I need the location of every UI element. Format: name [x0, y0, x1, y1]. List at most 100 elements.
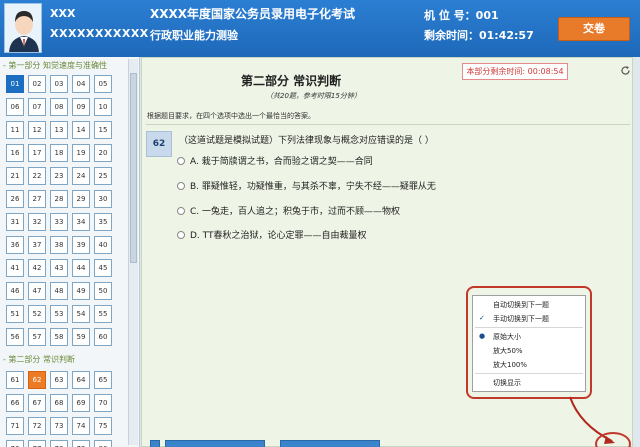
- question-64-button[interactable]: 64: [72, 371, 90, 389]
- question-75-button[interactable]: 75: [94, 417, 112, 435]
- question-34-button[interactable]: 34: [72, 213, 90, 231]
- question-44-button[interactable]: 44: [72, 259, 90, 277]
- scrollbar-thumb[interactable]: [130, 73, 137, 263]
- submit-button[interactable]: 交卷: [558, 17, 630, 41]
- question-47-button[interactable]: 47: [28, 282, 46, 300]
- question-77-button[interactable]: 77: [28, 440, 46, 447]
- question-52-button[interactable]: 52: [28, 305, 46, 323]
- question-74-button[interactable]: 74: [72, 417, 90, 435]
- question-31-button[interactable]: 31: [6, 213, 24, 231]
- question-22-button[interactable]: 22: [28, 167, 46, 185]
- refresh-icon[interactable]: [620, 65, 631, 76]
- question-30-button[interactable]: 30: [94, 190, 112, 208]
- question-37-button[interactable]: 37: [28, 236, 46, 254]
- question-46-button[interactable]: 46: [6, 282, 24, 300]
- question-38-button[interactable]: 38: [50, 236, 68, 254]
- question-07-button[interactable]: 07: [28, 98, 46, 116]
- question-01-button[interactable]: 01: [6, 75, 24, 93]
- radio-d[interactable]: [177, 230, 185, 239]
- question-72-button[interactable]: 72: [28, 417, 46, 435]
- menu-item-toggle-display[interactable]: 切换显示: [493, 378, 521, 388]
- menu-item-zoom-100[interactable]: 放大100%: [493, 360, 527, 370]
- question-43-button[interactable]: 43: [50, 259, 68, 277]
- radio-c[interactable]: [177, 206, 185, 215]
- question-69-button[interactable]: 69: [72, 394, 90, 412]
- menu-item-auto-next[interactable]: 自动切换到下一题: [493, 300, 549, 310]
- question-27-button[interactable]: 27: [28, 190, 46, 208]
- question-60-button[interactable]: 60: [94, 328, 112, 346]
- question-17-button[interactable]: 17: [28, 144, 46, 162]
- question-35-button[interactable]: 35: [94, 213, 112, 231]
- question-80-button[interactable]: 80: [94, 440, 112, 447]
- question-39-button[interactable]: 39: [72, 236, 90, 254]
- question-57-button[interactable]: 57: [28, 328, 46, 346]
- question-51-button[interactable]: 51: [6, 305, 24, 323]
- question-49-button[interactable]: 49: [72, 282, 90, 300]
- question-73-button[interactable]: 73: [50, 417, 68, 435]
- question-11-button[interactable]: 11: [6, 121, 24, 139]
- question-42-button[interactable]: 42: [28, 259, 46, 277]
- question-41-button[interactable]: 41: [6, 259, 24, 277]
- option-a[interactable]: A. 栽于简牍谓之书，合而验之谓之契——合同: [177, 154, 373, 167]
- question-03-button[interactable]: 03: [50, 75, 68, 93]
- question-63-button[interactable]: 63: [50, 371, 68, 389]
- question-02-button[interactable]: 02: [28, 75, 46, 93]
- question-28-button[interactable]: 28: [50, 190, 68, 208]
- question-33-button[interactable]: 33: [50, 213, 68, 231]
- option-b[interactable]: B. 罪疑惟轻，功疑惟重，与其杀不辜，宁失不经——疑罪从无: [177, 179, 436, 192]
- question-67-button[interactable]: 67: [28, 394, 46, 412]
- question-59-button[interactable]: 59: [72, 328, 90, 346]
- question-21-button[interactable]: 21: [6, 167, 24, 185]
- question-40-button[interactable]: 40: [94, 236, 112, 254]
- question-36-button[interactable]: 36: [6, 236, 24, 254]
- question-20-button[interactable]: 20: [94, 144, 112, 162]
- question-08-button[interactable]: 08: [50, 98, 68, 116]
- question-54-button[interactable]: 54: [72, 305, 90, 323]
- question-61-button[interactable]: 61: [6, 371, 24, 389]
- bottom-toolbar-button[interactable]: [165, 440, 265, 447]
- question-10-button[interactable]: 10: [94, 98, 112, 116]
- question-13-button[interactable]: 13: [50, 121, 68, 139]
- question-65-button[interactable]: 65: [94, 371, 112, 389]
- menu-item-manual-next[interactable]: 手动切换到下一题: [493, 314, 549, 324]
- menu-item-zoom-50[interactable]: 放大50%: [493, 346, 523, 356]
- question-79-button[interactable]: 79: [72, 440, 90, 447]
- question-32-button[interactable]: 32: [28, 213, 46, 231]
- sidebar-scrollbar[interactable]: [128, 59, 138, 445]
- bottom-toolbar-button[interactable]: [280, 440, 380, 447]
- question-15-button[interactable]: 15: [94, 121, 112, 139]
- bottom-toolbar-button[interactable]: [150, 440, 160, 447]
- question-45-button[interactable]: 45: [94, 259, 112, 277]
- question-29-button[interactable]: 29: [72, 190, 90, 208]
- question-56-button[interactable]: 56: [6, 328, 24, 346]
- question-50-button[interactable]: 50: [94, 282, 112, 300]
- question-78-button[interactable]: 78: [50, 440, 68, 447]
- question-68-button[interactable]: 68: [50, 394, 68, 412]
- question-26-button[interactable]: 26: [6, 190, 24, 208]
- question-25-button[interactable]: 25: [94, 167, 112, 185]
- question-24-button[interactable]: 24: [72, 167, 90, 185]
- question-48-button[interactable]: 48: [50, 282, 68, 300]
- option-d[interactable]: D. TT春秋之治狱，论心定罪——自由裁量权: [177, 228, 367, 241]
- question-06-button[interactable]: 06: [6, 98, 24, 116]
- question-14-button[interactable]: 14: [72, 121, 90, 139]
- question-58-button[interactable]: 58: [50, 328, 68, 346]
- question-16-button[interactable]: 16: [6, 144, 24, 162]
- question-09-button[interactable]: 09: [72, 98, 90, 116]
- question-18-button[interactable]: 18: [50, 144, 68, 162]
- question-23-button[interactable]: 23: [50, 167, 68, 185]
- section-2-title[interactable]: - 第二部分 常识判断: [3, 354, 75, 365]
- question-55-button[interactable]: 55: [94, 305, 112, 323]
- radio-a[interactable]: [177, 156, 185, 165]
- question-53-button[interactable]: 53: [50, 305, 68, 323]
- question-76-button[interactable]: 76: [6, 440, 24, 447]
- radio-b[interactable]: [177, 181, 185, 190]
- question-62-button[interactable]: 62: [28, 371, 46, 389]
- question-71-button[interactable]: 71: [6, 417, 24, 435]
- question-66-button[interactable]: 66: [6, 394, 24, 412]
- question-19-button[interactable]: 19: [72, 144, 90, 162]
- question-05-button[interactable]: 05: [94, 75, 112, 93]
- section-1-title[interactable]: - 第一部分 知觉速度与准确性: [3, 60, 107, 71]
- option-c[interactable]: C. 一兔走，百人追之；积兔于市，过而不顾——物权: [177, 204, 400, 217]
- question-70-button[interactable]: 70: [94, 394, 112, 412]
